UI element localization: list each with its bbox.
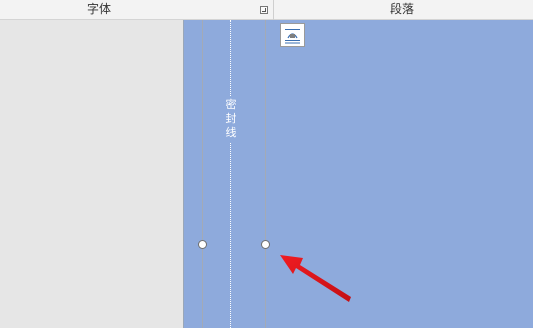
red-arrow [280, 255, 351, 302]
